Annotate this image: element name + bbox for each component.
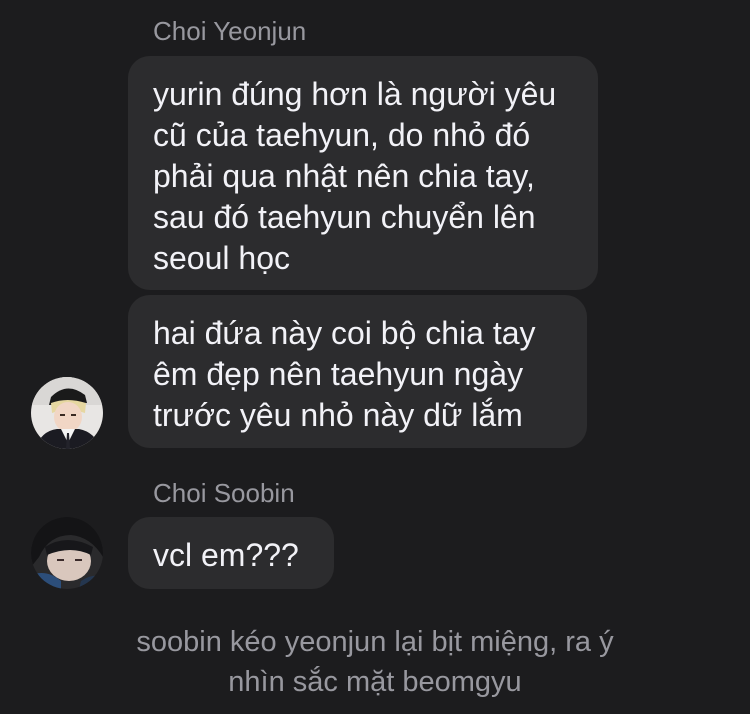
message-text: seoul học: [153, 240, 290, 276]
message-bubble[interactable]: vcl em???: [128, 517, 334, 589]
message-bubble[interactable]: yurin đúng hơn là người yêu cũ của taehy…: [128, 56, 598, 290]
avatar-yeonjun[interactable]: [31, 377, 103, 449]
message-text: cũ của taehyun, do nhỏ đó: [153, 117, 531, 153]
narration-line: nhìn sắc mặt beomgyu: [228, 666, 522, 698]
avatar-photo: [31, 377, 103, 449]
avatar-photo: [31, 517, 103, 589]
narration-text: soobin kéo yeonjun lại bịt miệng, ra ý n…: [0, 622, 750, 702]
message-text: sau đó taehyun chuyển lên: [153, 199, 536, 235]
sender-name-yeonjun: Choi Yeonjun: [153, 16, 307, 46]
message-text: hai đứa này coi bộ chia tay: [153, 315, 536, 351]
message-bubble[interactable]: hai đứa này coi bộ chia tay êm đẹp nên t…: [128, 295, 587, 448]
message-text: vcl em???: [153, 537, 299, 573]
message-text: yurin đúng hơn là người yêu: [153, 76, 557, 112]
avatar-soobin[interactable]: [31, 517, 103, 589]
message-text: phải qua nhật nên chia tay,: [153, 158, 535, 194]
sender-name-soobin: Choi Soobin: [153, 478, 295, 508]
narration-line: soobin kéo yeonjun lại bịt miệng, ra ý: [136, 626, 614, 658]
message-text: trước yêu nhỏ này dữ lắm: [153, 397, 523, 433]
message-text: êm đẹp nên taehyun ngày: [153, 356, 524, 392]
